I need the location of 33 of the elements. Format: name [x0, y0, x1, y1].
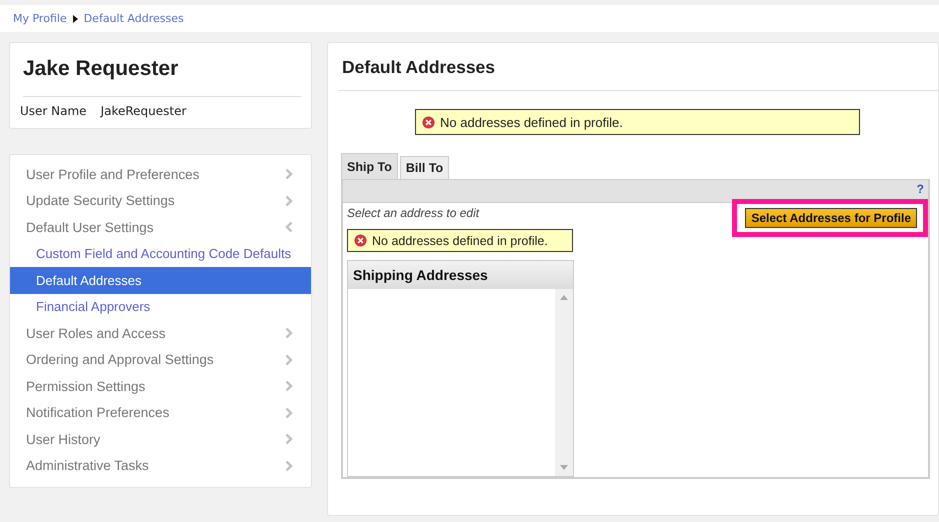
tab[interactable]: Bill To — [400, 156, 450, 179]
list-header: Shipping Addresses — [348, 261, 573, 290]
scroll-down-icon[interactable] — [560, 465, 568, 470]
nav-item-label[interactable]: User Roles and Access — [26, 326, 166, 341]
nav-item-label[interactable]: Notification Preferences — [26, 405, 170, 420]
user-name-heading: Jake Requester — [23, 57, 301, 97]
breadcrumb-link[interactable]: My Profile — [13, 12, 67, 25]
error-icon — [422, 116, 435, 128]
page-title: Default Addresses — [338, 43, 938, 91]
field-label: User Name — [20, 104, 87, 118]
tab[interactable]: Ship To — [341, 153, 398, 179]
nav-item-label[interactable]: Administrative Tasks — [26, 458, 149, 474]
breadcrumb-link[interactable]: Default Addresses — [84, 12, 184, 25]
nav-item-label[interactable]: Default User Settings — [26, 220, 154, 235]
notice-text: No addresses defined in profile. — [440, 114, 623, 130]
scroll-up-icon[interactable] — [560, 295, 568, 300]
field-value: JakeRequester — [100, 104, 186, 118]
scrollbar[interactable] — [555, 289, 573, 476]
notice-text: No addresses defined in profile. — [372, 234, 548, 248]
nav-subitem[interactable]: Custom Field and Accounting Code Defaults — [10, 240, 311, 267]
separator-arrow-icon — [72, 14, 78, 22]
error-icon — [354, 234, 367, 248]
nav-item-label[interactable]: Ordering and Approval Settings — [26, 352, 214, 368]
nav-item-label[interactable]: Update Security Settings — [26, 193, 175, 208]
help-link[interactable]: ? — [916, 183, 928, 195]
nav-subitem[interactable]: Financial Approvers — [10, 294, 311, 320]
nav-item-label[interactable]: User History — [26, 432, 100, 447]
address-list[interactable]: Shipping Addresses — [347, 260, 574, 477]
nav-item-label[interactable]: Permission Settings — [26, 378, 146, 394]
hint-text: Select an address to edit — [347, 206, 480, 222]
nav-subitem[interactable]: Default Addresses — [10, 267, 311, 294]
select-addresses-button[interactable]: Select Addresses for Profile — [745, 208, 917, 228]
nav-item-label[interactable]: User Profile and Preferences — [26, 166, 200, 182]
